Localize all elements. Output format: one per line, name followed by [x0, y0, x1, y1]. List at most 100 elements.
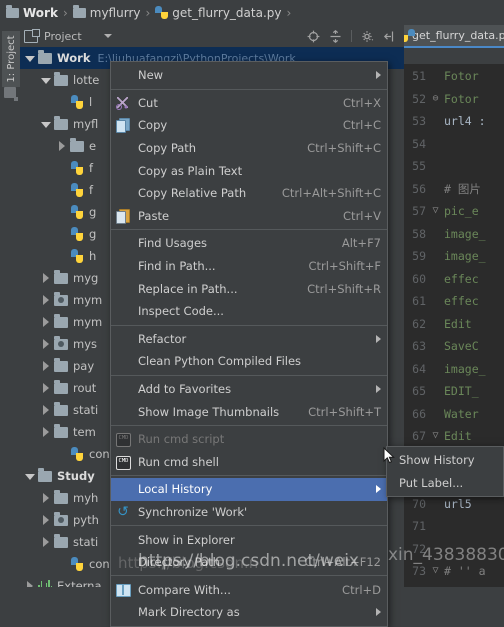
code-line[interactable]: 53 url4 :: [404, 110, 504, 133]
code-line[interactable]: 67 ▽ Edit: [404, 425, 504, 448]
menu-separator: [111, 374, 387, 376]
tree-row-label: f: [89, 161, 94, 175]
code-line[interactable]: 55: [404, 155, 504, 178]
menu-item-show-image-thumbnails[interactable]: Show Image Thumbnails Ctrl+Shift+T: [111, 400, 387, 423]
menu-item-show-in-explorer[interactable]: Show in Explorer: [111, 528, 387, 551]
context-menu[interactable]: New Cut Ctrl+X Copy Ctrl+C Copy Path Ctrl+Shif…: [110, 61, 388, 627]
code-fold-icon[interactable]: ⊖: [430, 93, 441, 104]
code-line[interactable]: 66 Water: [404, 403, 504, 426]
chevron-down-icon[interactable]: [103, 34, 112, 38]
folder-icon: [54, 533, 68, 548]
editor-breadcrumb-bar: [404, 48, 504, 65]
collapse-all-icon[interactable]: [329, 29, 342, 43]
menu-item-add-to-favorites[interactable]: Add to Favorites: [111, 378, 387, 401]
submenu-item-show-history[interactable]: Show History: [387, 449, 503, 472]
code-line[interactable]: 62 Edit: [404, 313, 504, 336]
breadcrumb-item-work[interactable]: Work: [6, 0, 58, 25]
tree-toggle-closed-icon[interactable]: [56, 140, 68, 152]
tree-toggle-closed-icon[interactable]: [40, 382, 52, 394]
line-number: 71: [412, 519, 426, 534]
code-line[interactable]: 52 ⊖ Fotor: [404, 88, 504, 111]
tree-toggle-closed-icon[interactable]: [40, 514, 52, 526]
menu-item-paste[interactable]: Paste Ctrl+V: [111, 205, 387, 228]
line-number: 56: [412, 181, 426, 196]
tree-toggle-closed-icon[interactable]: [40, 338, 52, 350]
local-history-submenu[interactable]: Show History Put Label...: [386, 446, 504, 498]
code-line[interactable]: 58 image_: [404, 223, 504, 246]
structure-icon[interactable]: [4, 87, 18, 101]
menu-item-copy-relative-path[interactable]: Copy Relative Path Ctrl+Alt+Shift+C: [111, 182, 387, 205]
locate-icon[interactable]: [307, 30, 320, 43]
line-number: 64: [412, 361, 426, 376]
tree-toggle-closed-icon[interactable]: [24, 580, 36, 587]
project-panel-title: Project: [44, 29, 82, 43]
gear-icon[interactable]: [361, 30, 374, 43]
tree-toggle-closed-icon[interactable]: [40, 360, 52, 372]
folder-icon: [54, 269, 68, 284]
code-line[interactable]: 59 image_: [404, 245, 504, 268]
tree-row-label: tem: [73, 425, 96, 439]
breadcrumb-label: get_flurry_data.py: [172, 5, 282, 20]
python-file-icon: [70, 205, 84, 219]
tree-toggle-closed-icon[interactable]: [40, 536, 52, 548]
menu-item-replace-in-path[interactable]: Replace in Path... Ctrl+Shift+R: [111, 277, 387, 300]
menu-item-copy-path[interactable]: Copy Path Ctrl+Shift+C: [111, 137, 387, 160]
menu-item-label: Run cmd shell: [138, 454, 219, 469]
menu-item-inspect-code[interactable]: Inspect Code...: [111, 300, 387, 323]
tree-toggle-open-icon[interactable]: [40, 74, 52, 86]
menu-item-shortcut: Alt+F7: [341, 236, 381, 251]
menu-item-clean-python-compiled-files[interactable]: Clean Python Compiled Files: [111, 350, 387, 373]
tree-toggle-closed-icon[interactable]: [40, 294, 52, 306]
tree-row-label: h: [89, 249, 97, 263]
menu-item-new[interactable]: New: [111, 64, 387, 87]
code-line[interactable]: 63 SaveC: [404, 335, 504, 358]
menu-item-mark-directory-as[interactable]: Mark Directory as: [111, 601, 387, 624]
breadcrumb-item-file[interactable]: get_flurry_data.py: [155, 0, 282, 25]
code-line[interactable]: 60 effec: [404, 268, 504, 291]
tree-toggle-open-icon[interactable]: [24, 52, 36, 64]
code-line[interactable]: 57 ▽ pic_e: [404, 200, 504, 223]
tree-toggle-closed-icon[interactable]: [40, 404, 52, 416]
tree-toggle-closed-icon[interactable]: [40, 492, 52, 504]
code-text: EDIT_: [444, 384, 479, 399]
menu-item-synchronize-work[interactable]: ↺ Synchronize 'Work': [111, 501, 387, 524]
folder-icon: [38, 467, 52, 482]
tree-toggle-open-icon[interactable]: [40, 118, 52, 130]
code-content[interactable]: 51 Fotor 52 ⊖ Fotor 53 url4 :54 55 56 # 图片 57 ▽ pic_…: [404, 65, 504, 587]
tree-toggle-closed-icon[interactable]: [40, 272, 52, 284]
tree-row-label: mym: [73, 293, 103, 307]
menu-item-local-history[interactable]: Local History: [111, 478, 387, 501]
editor-tab-get-flurry-data[interactable]: get_flurry_data.p: [404, 25, 504, 48]
tree-toggle-closed-icon[interactable]: [40, 426, 52, 438]
line-number: 53: [412, 114, 426, 129]
code-fold-icon[interactable]: ▽: [430, 431, 441, 441]
breadcrumb-item-myflurry[interactable]: myflurry: [72, 0, 140, 25]
watermark-text: https://blog.csdn.net/weix: [138, 551, 359, 571]
tree-toggle-closed-icon[interactable]: [40, 316, 52, 328]
code-fold-icon[interactable]: ▽: [430, 206, 441, 216]
code-line[interactable]: 64 image_: [404, 358, 504, 381]
menu-separator: [111, 475, 387, 477]
menu-item-refactor[interactable]: Refactor: [111, 328, 387, 351]
hide-panel-icon[interactable]: [383, 30, 396, 43]
code-line[interactable]: 56 # 图片: [404, 178, 504, 201]
tree-row-label: Study: [57, 469, 95, 483]
code-line[interactable]: 71: [404, 515, 504, 538]
submenu-item-put-label[interactable]: Put Label...: [387, 472, 503, 495]
code-line[interactable]: 61 effec: [404, 290, 504, 313]
menu-item-compare-with[interactable]: Compare With... Ctrl+D: [111, 578, 387, 601]
tool-window-button-project[interactable]: 1: Project: [2, 31, 22, 87]
code-line[interactable]: 65 EDIT_: [404, 380, 504, 403]
menu-item-copy-as-plain-text[interactable]: Copy as Plain Text: [111, 159, 387, 182]
code-line[interactable]: 54: [404, 133, 504, 156]
code-line[interactable]: 51 Fotor: [404, 65, 504, 88]
tree-row-label: l: [89, 95, 93, 109]
menu-item-label: Find Usages: [138, 236, 208, 251]
tree-toggle-open-icon[interactable]: [24, 470, 36, 482]
menu-item-find-usages[interactable]: Find Usages Alt+F7: [111, 232, 387, 255]
menu-item-find-in-path[interactable]: Find in Path... Ctrl+Shift+F: [111, 255, 387, 278]
breadcrumb-separator: ›: [286, 5, 292, 20]
menu-item-cut[interactable]: Cut Ctrl+X: [111, 92, 387, 115]
menu-item-run-cmd-shell[interactable]: CMD Run cmd shell: [111, 451, 387, 474]
menu-item-copy[interactable]: Copy Ctrl+C: [111, 114, 387, 137]
